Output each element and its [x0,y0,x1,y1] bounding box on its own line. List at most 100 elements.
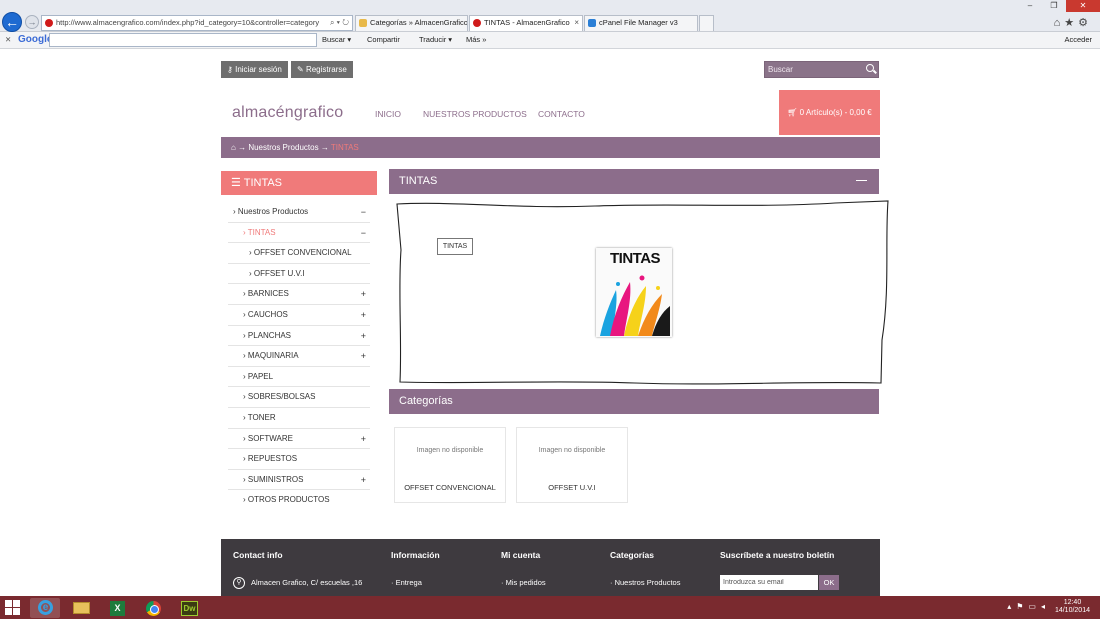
minimize-icon[interactable]: – [1018,0,1042,12]
login-button[interactable]: ⚷ Iniciar sesión [221,61,288,78]
cart-button[interactable]: 🛒︎ 0 Artículo(s) - 0,00 € [779,90,880,135]
tintas-category-image: TINTAS [596,248,672,337]
subcategory-card-offset-convencional[interactable]: Imagen no disponible OFFSET CONVENCIONAL [394,427,506,503]
search-refresh-icon[interactable]: ⌕ ▾ ↻ [330,16,349,30]
toolbar-traducir[interactable]: Traducir ▾ [419,35,452,44]
search-input[interactable] [768,62,863,77]
newsletter-email-input[interactable] [720,575,818,590]
no-image-placeholder: Imagen no disponible [416,447,484,454]
sidebar-item[interactable]: › PLANCHAS + [228,326,370,347]
site-logo[interactable]: almacéngrafico [232,104,343,122]
footer-categories-title: Categorías [610,550,654,560]
edit-icon: ✎ [297,65,306,74]
taskbar-clock[interactable]: 12:40 14/10/2014 [1055,599,1090,615]
nav-contacto[interactable]: CONTACTO [538,109,585,119]
nav-productos[interactable]: NUESTROS PRODUCTOS [423,109,527,119]
footer-link-productos[interactable]: · Nuestros Productos [610,578,680,587]
login-label: Iniciar sesión [235,65,282,74]
sidebar-item[interactable]: › SOFTWARE + [228,429,370,450]
toolbar-search-input[interactable] [49,33,317,47]
sidebar-item[interactable]: › OFFSET U.V.I [228,264,370,285]
sidebar-title: ☰ TINTAS [221,171,377,195]
register-label: Registrarse [305,65,347,74]
forward-arrow-icon[interactable]: → [25,15,39,29]
taskbar-explorer[interactable] [66,598,96,618]
no-image-placeholder: Imagen no disponible [538,447,606,454]
sidebar-item[interactable]: › SOBRES/BOLSAS [228,387,370,408]
tab-favicon-icon [359,19,367,27]
google-logo: Google [18,34,53,45]
footer-address: Almacen Grafico, C/ escuelas ,16 [251,578,363,587]
image-title: TINTAS [610,250,661,267]
new-tab-button[interactable] [699,15,714,31]
expand-toggle[interactable]: + [361,470,366,490]
expand-toggle[interactable]: + [361,326,366,346]
footer-link-entrega[interactable]: · Entrega [391,578,422,587]
back-arrow-icon[interactable]: ← [2,12,22,32]
register-button[interactable]: ✎ Registrarse [291,61,353,78]
tab-label: Categorías » AlmacenGrafico [370,18,468,27]
toolbar-buscar[interactable]: Buscar ▾ [322,35,351,44]
sidebar-item[interactable]: › PAPEL [228,367,370,388]
sidebar-item[interactable]: › REPUESTOS [228,449,370,470]
taskbar-chrome[interactable] [138,598,168,618]
collapse-toggle[interactable]: − [361,223,366,243]
toolbar-mas[interactable]: Más » [466,35,486,44]
close-tab-icon[interactable]: × [574,16,579,30]
sidebar-category-list: › Nuestros Productos − › TINTAS − › OFFSET… [228,202,370,511]
site-favicon-icon [45,19,53,27]
expand-toggle[interactable]: + [361,346,366,366]
sidebar-item[interactable]: › CAUCHOS + [228,305,370,326]
address-bar[interactable]: http://www.almacengrafico.com/index.php?… [41,15,353,31]
taskbar-ie[interactable]: e [30,598,60,618]
search-icon[interactable] [866,64,874,72]
expand-toggle[interactable]: + [361,305,366,325]
breadcrumb-parent[interactable]: Nuestros Productos [248,143,318,152]
newsletter-ok-button[interactable]: OK [819,575,839,590]
tab-cpanel[interactable]: cPanel File Manager v3 [584,15,698,31]
toolbar-compartir[interactable]: Compartir [367,35,400,44]
subcategory-name[interactable]: OFFSET CONVENCIONAL [395,483,505,492]
home-star-gear-icons[interactable]: ⌂★⚙ [1054,16,1092,29]
collapse-toggle[interactable]: − [361,202,366,222]
close-window-icon[interactable]: ✕ [1066,0,1100,12]
sidebar-item[interactable]: › TONER [228,408,370,429]
subcategory-name[interactable]: OFFSET U.V.I [517,483,627,492]
toolbar-acceder[interactable]: Acceder [1064,35,1092,44]
footer-contact-title: Contact info [233,550,283,560]
tab-categorias[interactable]: Categorías » AlmacenGrafico [355,15,468,31]
google-toolbar: ✕ Google Buscar ▾ Compartir Traducir ▾ M… [0,32,1100,49]
sidebar-item[interactable]: › BARNICES + [228,284,370,305]
expand-toggle[interactable]: + [361,284,366,304]
site-search [764,61,879,78]
clock-date: 14/10/2014 [1054,607,1090,614]
sidebar-item[interactable]: › OFFSET CONVENCIONAL [228,243,370,264]
collapse-icon[interactable] [856,180,867,181]
sidebar-item[interactable]: › Nuestros Productos − [228,202,370,223]
tab-favicon-icon [588,19,596,27]
maximize-icon[interactable]: ❐ [1042,0,1066,12]
close-toolbar-icon[interactable]: ✕ [5,35,11,44]
nav-inicio[interactable]: INICIO [375,109,401,119]
subcategory-card-offset-uvi[interactable]: Imagen no disponible OFFSET U.V.I [516,427,628,503]
windows-taskbar: e X Dw ▴⚑▭◂ 12:40 14/10/2014 [0,596,1100,619]
taskbar-excel[interactable]: X [102,598,132,618]
tab-label: cPanel File Manager v3 [599,18,678,27]
category-title-bar: TINTAS [389,169,879,194]
tab-tintas[interactable]: TINTAS - AlmacenGrafico × [469,15,583,31]
footer-link-pedidos[interactable]: · Mis pedidos [501,578,546,587]
expand-toggle[interactable]: + [361,429,366,449]
system-tray-icons[interactable]: ▴⚑▭◂ [1007,602,1050,611]
windows-start-icon[interactable] [5,600,20,615]
sidebar-item[interactable]: › TINTAS − [228,223,370,244]
sidebar-item[interactable]: › OTROS PRODUCTOS [228,490,370,511]
cart-icon: 🛒︎ [787,108,800,117]
breadcrumb-sep: → [238,143,247,152]
sidebar-item[interactable]: › MAQUINARIA + [228,346,370,367]
home-icon[interactable]: ⌂ [231,143,236,152]
taskbar-dreamweaver[interactable]: Dw [174,598,204,618]
key-icon: ⚷ [227,65,236,74]
address-text: http://www.almacengrafico.com/index.php?… [56,18,320,27]
excel-icon: X [110,601,125,616]
sidebar-item[interactable]: › SUMINISTROS + [228,470,370,491]
